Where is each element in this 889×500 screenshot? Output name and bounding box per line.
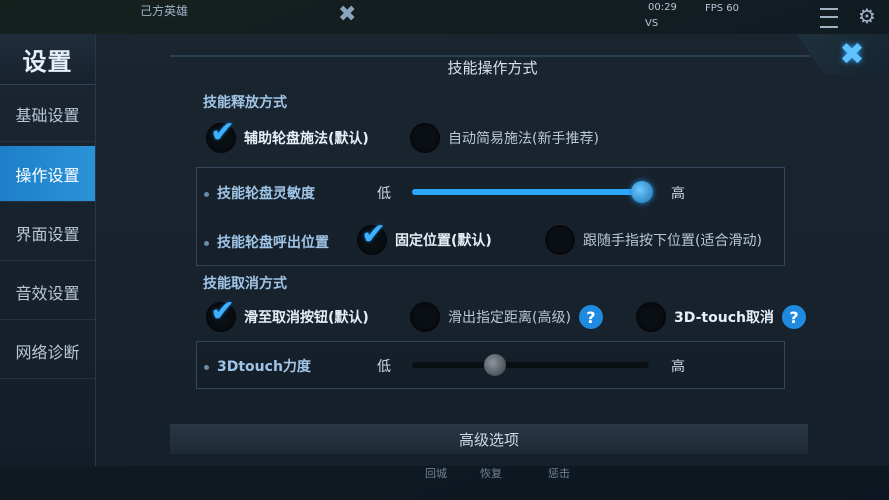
sidebar-item-interface[interactable]: 界面设置 [0,205,95,261]
sensitivity-high: 高 [671,186,685,202]
settings-sidebar: 设置 基础设置 操作设置 界面设置 音效设置 网络诊断 [0,34,96,466]
checkbox-empty-icon [545,225,575,255]
position-option-follow-label: 跟随手指按下位置(适合滑动) [583,233,762,249]
sidebar-item-audio[interactable]: 音效设置 [0,264,95,320]
position-option-follow[interactable]: 跟随手指按下位置(适合滑动) [545,225,762,255]
checkbox-checked-icon [206,115,236,153]
cancel-option-button-label: 滑至取消按钮(默认) [244,310,369,326]
touch-force-label: 3Dtouch力度 [204,356,311,376]
vs-label: VS [645,18,659,29]
release-option-assist[interactable]: 辅助轮盘施法(默认) [206,115,369,153]
panel-divider [170,55,810,57]
heal-label: 恢复 [480,467,502,480]
position-option-fixed-label: 固定位置(默认) [395,233,492,249]
recall-label: 回城 [425,467,447,480]
cancel-heading: 技能取消方式 [203,276,287,292]
cancel-option-distance[interactable]: 滑出指定距离(高级) ? [410,302,603,332]
release-option-auto-label: 自动简易施法(新手推荐) [448,131,599,147]
advanced-options-button[interactable]: 高级选项 [170,424,808,454]
cancel-option-distance-label: 滑出指定距离(高级) [448,310,571,326]
game-bottom-bar: 回城 恢复 惩击 [0,466,889,500]
panel-title: 技能操作方式 [447,59,538,77]
sensitivity-label: 技能轮盘灵敏度 [204,183,315,203]
help-icon[interactable]: ? [578,305,603,329]
release-heading: 技能释放方式 [203,95,287,111]
gear-icon: ⚙ [858,4,876,28]
touch-force-low: 低 [377,359,391,375]
touch-force-high: 高 [671,359,685,375]
fps-counter: FPS 60 [705,3,740,14]
sidebar-item-network[interactable]: 网络诊断 [0,323,95,379]
touch-force-slider-handle[interactable] [483,354,506,376]
sensitivity-low: 低 [377,186,391,202]
smite-label: 惩击 [548,467,570,480]
release-option-assist-label: 辅助轮盘施法(默认) [244,131,369,147]
sidebar-item-controls[interactable]: 操作设置 [0,146,95,202]
release-option-auto[interactable]: 自动简易施法(新手推荐) [410,123,599,153]
cancel-option-button[interactable]: 滑至取消按钮(默认) [206,294,369,332]
checkbox-checked-icon [357,217,387,255]
wheel-position-label: 技能轮盘呼出位置 [204,232,329,252]
cancel-option-3dtouch-label: 3D-touch取消 [674,310,774,326]
sidebar-item-basic[interactable]: 基础设置 [0,86,95,142]
menu-icon [820,8,838,28]
team-label: 己方英雄 [140,4,189,18]
checkbox-empty-icon [410,123,440,153]
checkbox-empty-icon [636,302,666,332]
match-time: 00:29 [648,2,677,13]
game-hud-top: 己方英雄 ✖ 00:29 VS FPS 60 ⚙ [0,0,889,34]
position-option-fixed[interactable]: 固定位置(默认) [357,217,492,255]
settings-title: 设置 [0,34,95,85]
cancel-option-3dtouch[interactable]: 3D-touch取消 ? [636,302,806,332]
touch-force-slider-track[interactable] [412,362,649,368]
sensitivity-slider-handle[interactable] [630,181,653,203]
close-button[interactable]: ✖ [832,36,872,72]
hud-close-icon: ✖ [338,2,357,27]
sensitivity-slider-fill [412,189,642,195]
checkbox-empty-icon [410,302,440,332]
checkbox-checked-icon [206,294,236,332]
close-icon: ✖ [839,36,865,72]
help-icon[interactable]: ? [781,305,806,329]
